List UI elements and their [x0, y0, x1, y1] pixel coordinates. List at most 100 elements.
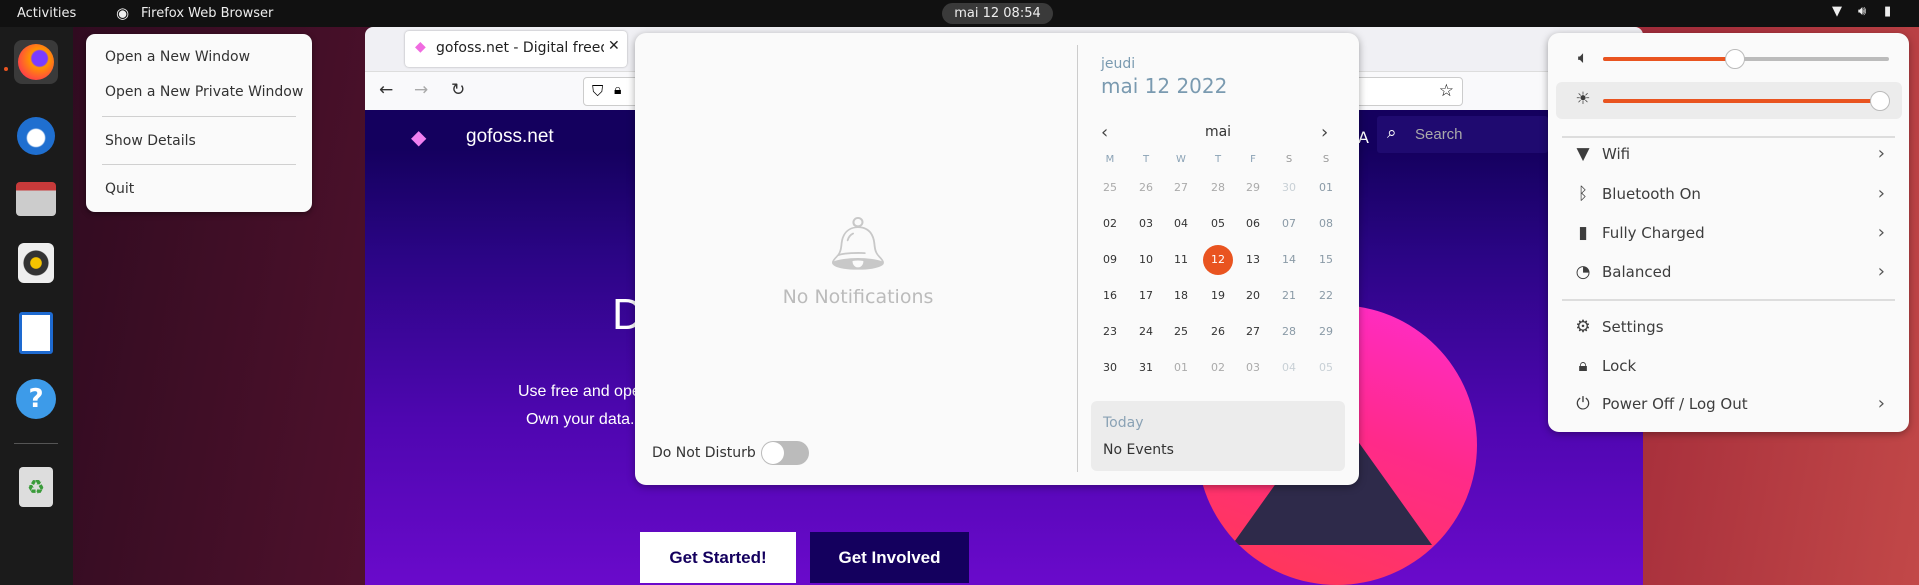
calendar-day[interactable]: 22 — [1311, 281, 1341, 311]
calendar-day[interactable]: 14 — [1274, 245, 1304, 275]
system-item-balanced[interactable]: ◔ Balanced › — [1548, 256, 1909, 290]
system-item-lock[interactable]: 🔒︎ Lock — [1548, 350, 1909, 384]
gear-icon: ⚙ — [1575, 317, 1591, 337]
volume-slider[interactable] — [1603, 49, 1889, 69]
calendar-day[interactable]: 20 — [1238, 281, 1268, 311]
calendar-day[interactable]: 01 — [1311, 173, 1341, 203]
calendar-day[interactable]: 17 — [1131, 281, 1161, 311]
calendar-day[interactable]: 26 — [1131, 173, 1161, 203]
calendar-day[interactable]: 28 — [1203, 173, 1233, 203]
system-item-power-off-log-out[interactable]: ⏻ Power Off / Log Out › — [1548, 388, 1909, 422]
calendar-day[interactable]: 29 — [1311, 317, 1341, 347]
calendar-day[interactable]: 30 — [1095, 353, 1125, 383]
get-started-button[interactable]: Get Started! — [640, 532, 796, 583]
system-item-bluetooth-on[interactable]: ᛒ Bluetooth On › — [1548, 178, 1909, 212]
thunderbird-icon[interactable] — [14, 114, 58, 158]
calendar-day[interactable]: 02 — [1203, 353, 1233, 383]
calendar-day[interactable]: 31 — [1131, 353, 1161, 383]
calendar-day[interactable]: 11 — [1166, 245, 1196, 275]
system-menu: 🔈︎ ☀ ▼ Wifi › ᛒ Bluetooth On › ▮ Fully Charged ›… — [1548, 33, 1909, 432]
lock-icon[interactable]: 🔒︎ — [614, 82, 621, 98]
calendar-day[interactable]: 28 — [1274, 317, 1304, 347]
menu-item-new-private-window[interactable]: Open a New Private Window — [105, 84, 303, 100]
calendar-date[interactable]: mai 12 2022 — [1101, 74, 1227, 98]
gofoss-logo-icon[interactable]: ◆ — [411, 125, 426, 149]
system-item-settings[interactable]: ⚙ Settings — [1548, 311, 1909, 345]
system-item-wifi[interactable]: ▼ Wifi › — [1548, 138, 1909, 172]
calendar-day[interactable]: 02 — [1095, 209, 1125, 239]
calendar-day[interactable]: 23 — [1095, 317, 1125, 347]
shield-icon[interactable]: ⛉ — [592, 82, 603, 100]
prev-month-icon[interactable]: ‹ — [1101, 122, 1108, 143]
calendar-day[interactable]: 15 — [1311, 245, 1341, 275]
battery-icon[interactable]: ▮ — [1884, 4, 1891, 19]
forward-icon[interactable]: → — [414, 80, 428, 100]
menu-separator — [1562, 299, 1895, 301]
volume-icon[interactable]: 🔊︎ — [1858, 4, 1866, 19]
files-icon[interactable] — [14, 177, 58, 221]
calendar-day[interactable]: 03 — [1131, 209, 1161, 239]
search-box[interactable]: ⌕ Search — [1377, 116, 1548, 153]
calendar-month: mai — [1204, 124, 1232, 140]
brightness-slider[interactable] — [1603, 91, 1891, 111]
calendar-day[interactable]: 05 — [1311, 353, 1341, 383]
reload-icon[interactable]: ↻ — [451, 80, 465, 100]
calendar-day[interactable]: 18 — [1166, 281, 1196, 311]
power-icon: ⏻ — [1576, 394, 1590, 414]
calendar-day[interactable]: 27 — [1166, 173, 1196, 203]
nav-link-partial[interactable]: A — [1358, 128, 1369, 147]
calendar-day[interactable]: 04 — [1274, 353, 1304, 383]
browser-tab[interactable]: ◆ gofoss.net - Digital freed ✕ — [405, 31, 627, 67]
help-icon[interactable]: ? — [14, 377, 58, 421]
site-name[interactable]: gofoss.net — [466, 126, 554, 148]
brightness-row: ☀ — [1548, 83, 1909, 117]
calendar-day[interactable]: 04 — [1166, 209, 1196, 239]
calendar-day[interactable]: 10 — [1131, 245, 1161, 275]
dnd-toggle[interactable] — [761, 441, 809, 465]
battery-icon: ▮ — [1578, 223, 1588, 243]
next-month-icon[interactable]: › — [1321, 122, 1328, 143]
menu-item-new-window[interactable]: Open a New Window — [105, 49, 250, 65]
search-icon: ⌕ — [1387, 123, 1397, 143]
calendar-day[interactable]: 25 — [1166, 317, 1196, 347]
calendar-day[interactable]: 13 — [1238, 245, 1268, 275]
trash-icon[interactable]: ♻ — [14, 465, 58, 509]
writer-icon[interactable] — [14, 311, 58, 355]
system-item-fully-charged[interactable]: ▮ Fully Charged › — [1548, 217, 1909, 251]
calendar-day[interactable]: 06 — [1238, 209, 1268, 239]
menu-item-quit[interactable]: Quit — [105, 181, 134, 197]
calendar-day[interactable]: 03 — [1238, 353, 1268, 383]
calendar-day[interactable]: 05 — [1203, 209, 1233, 239]
firefox-icon[interactable] — [14, 40, 58, 84]
events-box[interactable]: Today No Events — [1091, 401, 1345, 471]
calendar-day[interactable]: 29 — [1238, 173, 1268, 203]
calendar-day[interactable]: 12 — [1203, 245, 1233, 275]
get-involved-button[interactable]: Get Involved — [810, 532, 969, 583]
calendar-day[interactable]: 19 — [1203, 281, 1233, 311]
calendar-day[interactable]: 26 — [1203, 317, 1233, 347]
dock: ? ♻ — [0, 27, 73, 585]
calendar-day[interactable]: 16 — [1095, 281, 1125, 311]
calendar-day[interactable]: 09 — [1095, 245, 1125, 275]
app-menu-button[interactable]: Firefox Web Browser — [141, 6, 273, 21]
close-tab-icon[interactable]: ✕ — [608, 38, 620, 54]
bluetooth-icon: ᛒ — [1577, 184, 1589, 204]
calendar-day[interactable]: 24 — [1131, 317, 1161, 347]
wifi-icon[interactable]: ▼ — [1832, 4, 1842, 19]
calendar-day[interactable]: 08 — [1311, 209, 1341, 239]
calendar-day[interactable]: 07 — [1274, 209, 1304, 239]
back-icon[interactable]: ← — [379, 80, 393, 100]
search-placeholder: Search — [1415, 126, 1463, 143]
clock-button[interactable]: mai 12 08:54 — [942, 3, 1053, 24]
menu-item-show-details[interactable]: Show Details — [105, 133, 196, 149]
chevron-right-icon: › — [1877, 183, 1885, 204]
calendar-day[interactable]: 21 — [1274, 281, 1304, 311]
bookmark-star-icon[interactable]: ☆ — [1439, 81, 1454, 101]
calendar-day[interactable]: 30 — [1274, 173, 1304, 203]
system-item-label: Balanced — [1602, 263, 1672, 281]
calendar-day[interactable]: 25 — [1095, 173, 1125, 203]
rhythmbox-icon[interactable] — [14, 241, 58, 285]
calendar-day[interactable]: 01 — [1166, 353, 1196, 383]
activities-button[interactable]: Activities — [17, 6, 76, 21]
calendar-day[interactable]: 27 — [1238, 317, 1268, 347]
